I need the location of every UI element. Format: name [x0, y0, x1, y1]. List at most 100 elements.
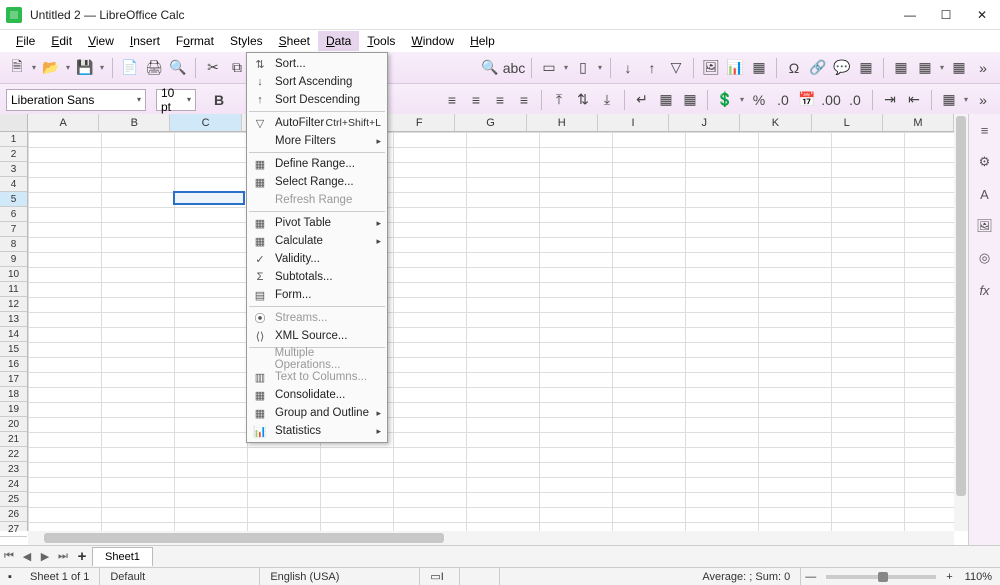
split-button[interactable]: ▦ — [948, 57, 970, 79]
headers-footers-button[interactable]: ▦ — [855, 57, 877, 79]
menu-help[interactable]: Help — [462, 31, 503, 51]
menu-item[interactable]: ΣSubtotals... — [247, 268, 387, 286]
define-print-button[interactable]: ▦ — [890, 57, 912, 79]
percent-button[interactable]: % — [748, 89, 770, 111]
overflow-icon[interactable]: » — [972, 57, 994, 79]
column-button[interactable]: ▯ — [572, 57, 594, 79]
tab-next-button[interactable]: ▶ — [36, 548, 54, 566]
tab-last-button[interactable]: ⏭ — [54, 548, 72, 566]
align-middle-button[interactable]: ⇅ — [572, 89, 594, 111]
add-decimal-button[interactable]: .00 — [820, 89, 842, 111]
unmerge-button[interactable]: ▦ — [679, 89, 701, 111]
hyperlink-button[interactable]: 🔗 — [807, 57, 829, 79]
row-header[interactable]: 1 — [0, 132, 27, 147]
sidebar-menu-icon[interactable]: ≡ — [975, 120, 995, 140]
currency-button[interactable]: 💲 — [714, 89, 736, 111]
minimize-button[interactable]: — — [892, 0, 928, 30]
align-bottom-button[interactable]: ⤓ — [596, 89, 618, 111]
row-header[interactable]: 13 — [0, 312, 27, 327]
row-header[interactable]: 6 — [0, 207, 27, 222]
row-header[interactable]: 16 — [0, 357, 27, 372]
row-header[interactable]: 15 — [0, 342, 27, 357]
row-header[interactable]: 25 — [0, 492, 27, 507]
menu-data[interactable]: Data — [318, 31, 359, 51]
row-header[interactable]: 3 — [0, 162, 27, 177]
row-header[interactable]: 10 — [0, 267, 27, 282]
save-indicator-icon[interactable]: ▪ — [0, 571, 20, 583]
align-center-button[interactable]: ≡ — [465, 89, 487, 111]
row-header[interactable]: 12 — [0, 297, 27, 312]
row-header[interactable]: 8 — [0, 237, 27, 252]
pivot-button[interactable]: ▦ — [748, 57, 770, 79]
menu-item[interactable]: ▦Calculate▸ — [247, 232, 387, 250]
font-size-combo[interactable]: 10 pt ▾ — [156, 89, 196, 111]
horizontal-scrollbar[interactable] — [28, 531, 954, 545]
row-header[interactable]: 20 — [0, 417, 27, 432]
menu-window[interactable]: Window — [403, 31, 462, 51]
styles-icon[interactable]: A — [975, 184, 995, 204]
column-header[interactable]: B — [99, 114, 170, 131]
column-header[interactable]: H — [527, 114, 598, 131]
menu-item[interactable]: ▤Form... — [247, 286, 387, 304]
remove-decimal-button[interactable]: .0 — [844, 89, 866, 111]
menu-item[interactable]: ↓Sort Ascending — [247, 73, 387, 91]
save-button[interactable]: 💾 — [74, 57, 96, 79]
new-button[interactable]: 🗎 — [6, 57, 28, 79]
wrap-button[interactable]: ↵ — [631, 89, 653, 111]
add-sheet-button[interactable]: + — [72, 548, 92, 565]
print-preview-button[interactable]: 🔍 — [167, 57, 189, 79]
row-header[interactable]: 2 — [0, 147, 27, 162]
menu-format[interactable]: Format — [168, 31, 222, 51]
status-selection-info[interactable]: Average: ; Sum: 0 — [500, 568, 801, 585]
row-header[interactable]: 23 — [0, 462, 27, 477]
menu-item[interactable]: ▦Select Range... — [247, 173, 387, 191]
increase-indent-button[interactable]: ⇥ — [879, 89, 901, 111]
decrease-indent-button[interactable]: ⇤ — [903, 89, 925, 111]
new-dropdown[interactable]: ▾ — [30, 63, 38, 72]
menu-file[interactable]: File — [8, 31, 43, 51]
zoom-value[interactable]: 110% — [957, 571, 1000, 583]
chart-button[interactable]: 📊 — [724, 57, 746, 79]
row-header[interactable]: 24 — [0, 477, 27, 492]
zoom-out-button[interactable]: — — [801, 571, 820, 583]
menu-item[interactable]: ▽AutoFilterCtrl+Shift+L — [247, 114, 387, 132]
column-header[interactable]: F — [384, 114, 455, 131]
column-header[interactable]: K — [740, 114, 811, 131]
scrollbar-thumb[interactable] — [44, 533, 444, 543]
sheet-tab-1[interactable]: Sheet1 — [92, 547, 153, 566]
open-dropdown[interactable]: ▾ — [64, 63, 72, 72]
cells-area[interactable] — [28, 132, 954, 531]
column-header[interactable]: I — [598, 114, 669, 131]
properties-icon[interactable]: ⚙ — [975, 152, 995, 172]
column-header[interactable]: C — [170, 114, 241, 131]
menu-item[interactable]: ✓Validity... — [247, 250, 387, 268]
overflow-icon[interactable]: » — [972, 89, 994, 111]
selected-cell[interactable] — [173, 191, 245, 205]
menu-item[interactable]: More Filters▸ — [247, 132, 387, 150]
menu-item[interactable]: ↑Sort Descending — [247, 91, 387, 109]
scrollbar-thumb[interactable] — [956, 116, 966, 496]
insert-mode[interactable]: ▭I — [420, 568, 460, 585]
cut-button[interactable]: ✂ — [202, 57, 224, 79]
zoom-slider[interactable] — [826, 575, 936, 579]
align-left-button[interactable]: ≡ — [441, 89, 463, 111]
close-button[interactable]: ✕ — [964, 0, 1000, 30]
column-header[interactable]: G — [455, 114, 526, 131]
zoom-knob[interactable] — [878, 572, 888, 582]
row-header[interactable]: 17 — [0, 372, 27, 387]
row-header[interactable]: 21 — [0, 432, 27, 447]
menu-item[interactable]: ⟨⟩XML Source... — [247, 327, 387, 345]
row-header[interactable]: 7 — [0, 222, 27, 237]
find-button[interactable]: 🔍 — [479, 57, 501, 79]
copy-button[interactable]: ⧉ — [226, 57, 248, 79]
column-header[interactable]: M — [883, 114, 954, 131]
print-button[interactable]: 🖨 — [143, 57, 165, 79]
row-header[interactable]: 18 — [0, 387, 27, 402]
sort-asc-button[interactable]: ↓ — [617, 57, 639, 79]
tab-prev-button[interactable]: ◀ — [18, 548, 36, 566]
row-header[interactable]: 5 — [0, 192, 27, 207]
row-header[interactable]: 14 — [0, 327, 27, 342]
menu-item[interactable]: ⇅Sort... — [247, 55, 387, 73]
number-button[interactable]: .0 — [772, 89, 794, 111]
selection-mode[interactable] — [460, 568, 500, 585]
